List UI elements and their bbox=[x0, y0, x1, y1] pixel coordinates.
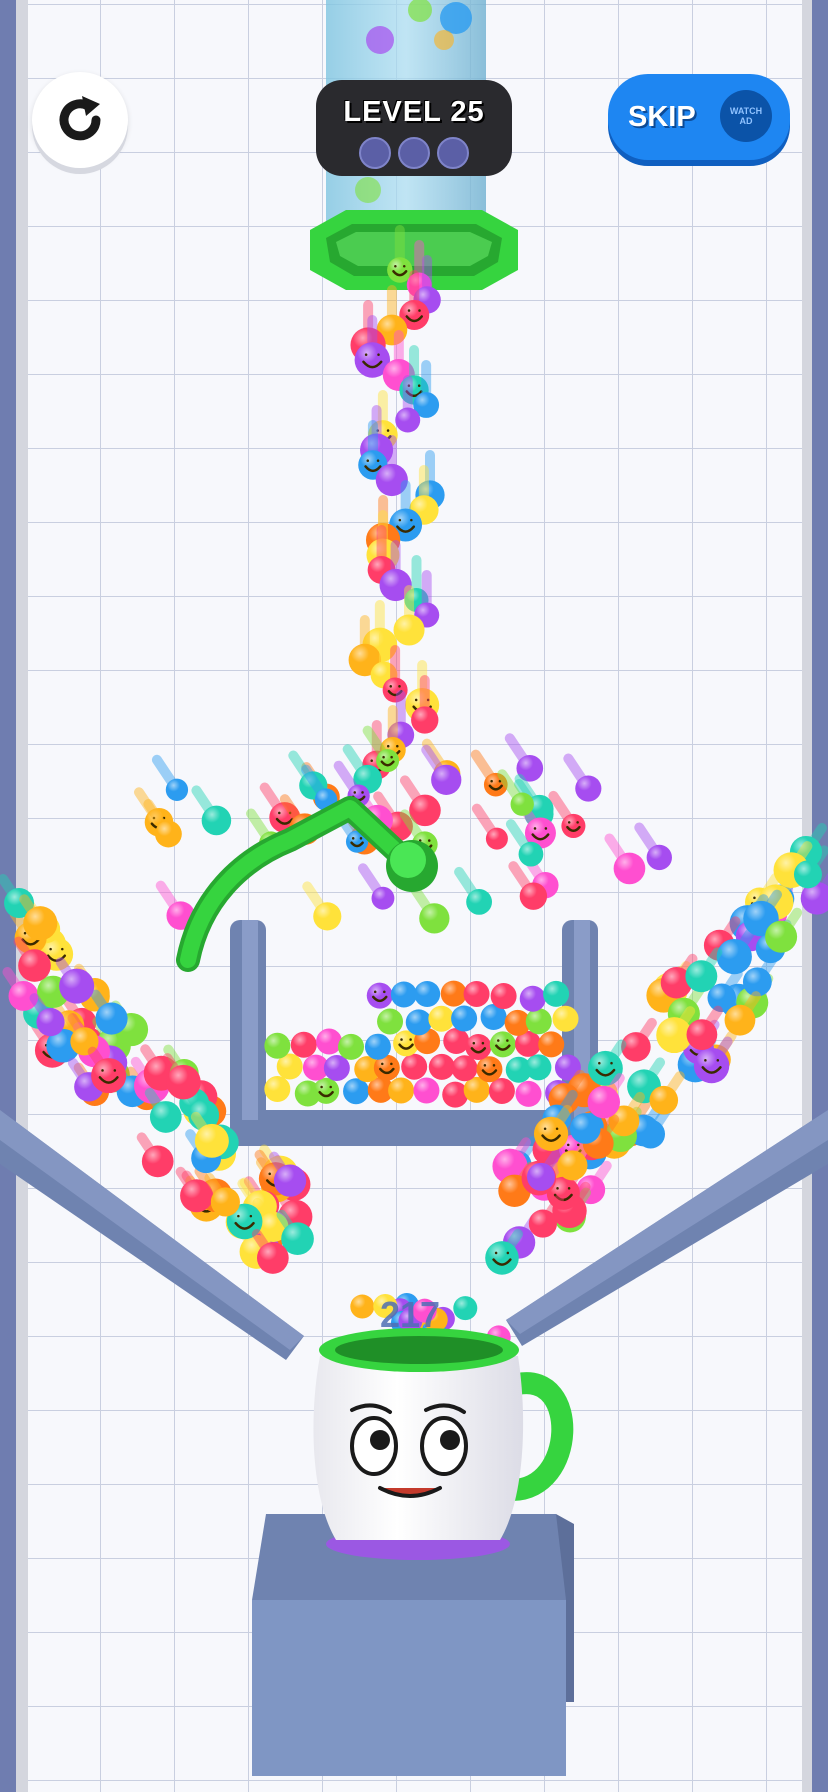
restart-icon bbox=[59, 96, 101, 141]
level-panel: LEVEL 25 bbox=[316, 80, 512, 176]
ball-count: 217 bbox=[379, 1294, 441, 1335]
watch-ad-label: AD bbox=[739, 116, 753, 126]
watch-ad-icon: WATCH AD bbox=[720, 90, 772, 142]
level-progress-dot bbox=[398, 137, 430, 169]
game-stage[interactable] bbox=[0, 0, 828, 1792]
skip-button[interactable]: SKIP WATCH AD bbox=[608, 74, 790, 160]
level-progress-dot bbox=[359, 137, 391, 169]
watch-ad-label: WATCH bbox=[729, 106, 763, 116]
level-label: LEVEL 25 bbox=[343, 96, 485, 128]
level-progress bbox=[316, 137, 512, 169]
skip-label: SKIP bbox=[628, 100, 696, 133]
level-progress-dot bbox=[437, 137, 469, 169]
restart-button[interactable] bbox=[32, 72, 128, 168]
